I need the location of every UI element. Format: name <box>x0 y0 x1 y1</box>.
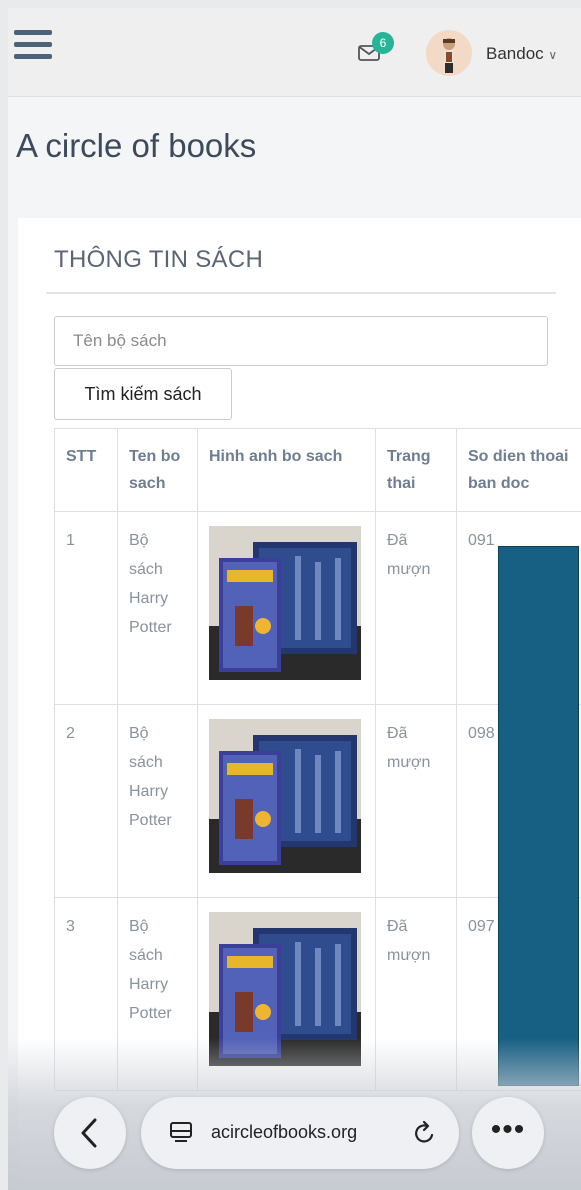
cell-image <box>197 511 376 705</box>
divider <box>46 292 556 294</box>
address-bar[interactable]: acircleofbooks.org <box>141 1097 459 1169</box>
cell-name: Bộ sách Harry Potter <box>117 704 198 898</box>
back-button[interactable] <box>54 1097 126 1169</box>
search-book-button[interactable]: Tìm kiếm sách <box>54 368 232 420</box>
avatar[interactable] <box>426 30 472 76</box>
column-header-phone: So dien thoai ban doc <box>456 428 581 512</box>
more-dots-icon: ••• <box>490 1113 526 1146</box>
chevron-down-icon: ∨ <box>548 48 558 62</box>
cell-image <box>197 704 376 898</box>
cell-stt: 2 <box>54 704 118 898</box>
notifications-button[interactable]: 6 <box>354 32 394 68</box>
cell-name: Bộ sách Harry Potter <box>117 511 198 705</box>
column-header-stt: STT <box>54 428 118 512</box>
hamburger-menu-icon[interactable] <box>14 30 52 64</box>
top-nav-bar: 6 Bandoc ∨ <box>8 8 581 97</box>
column-header-status: Trang thai <box>375 428 457 512</box>
page-info-icon <box>170 1122 192 1142</box>
table-header-row: STT Ten bo sach Hinh anh bo sach Trang t… <box>54 428 581 512</box>
book-search-input[interactable] <box>54 316 548 366</box>
redaction-box <box>498 546 579 1086</box>
column-header-name: Ten bo sach <box>117 428 198 512</box>
book-set-image <box>209 719 361 873</box>
chevron-left-icon <box>81 1118 97 1148</box>
card-heading: THÔNG TIN SÁCH <box>54 246 264 273</box>
username-label: Bandoc <box>486 44 544 63</box>
cell-status: Đã mượn <box>375 511 457 705</box>
avatar-person-icon <box>443 38 455 73</box>
app-frame: 6 Bandoc ∨ A circle of books THÔNG TIN S… <box>8 8 581 1190</box>
notification-badge: 6 <box>372 32 394 54</box>
cell-stt: 1 <box>54 511 118 705</box>
cell-status: Đã mượn <box>375 704 457 898</box>
reload-icon[interactable] <box>411 1119 439 1147</box>
page-title: A circle of books <box>16 127 257 164</box>
more-options-button[interactable]: ••• <box>472 1097 544 1169</box>
url-text: acircleofbooks.org <box>211 1122 358 1142</box>
column-header-image: Hinh anh bo sach <box>197 428 376 512</box>
user-menu[interactable]: Bandoc ∨ <box>486 44 557 64</box>
book-set-image <box>209 526 361 680</box>
